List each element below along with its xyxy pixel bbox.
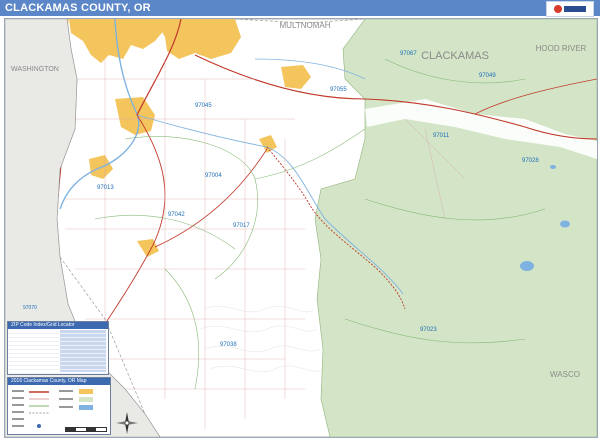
north-arrow-icon bbox=[116, 412, 138, 434]
zip-label-97067: 97067 bbox=[400, 51, 417, 57]
legend-symbols bbox=[12, 389, 93, 428]
map-canvas[interactable]: MULTNOMAH WASHINGTON CLACKAMAS HOOD RIVE… bbox=[4, 18, 598, 438]
logo-mark-icon bbox=[554, 5, 562, 13]
zip-label-97004: 97004 bbox=[205, 173, 222, 179]
title-bar: CLACKAMAS COUNTY, OR bbox=[0, 0, 600, 17]
zip-label-97049: 97049 bbox=[479, 73, 496, 79]
zip-label-97045: 97045 bbox=[195, 103, 212, 109]
zip-label-97070: 97070 bbox=[23, 305, 37, 311]
zip-label-97011: 97011 bbox=[433, 133, 450, 139]
label-clackamas: CLACKAMAS bbox=[421, 50, 489, 62]
lake bbox=[560, 220, 570, 228]
map-title: CLACKAMAS COUNTY, OR bbox=[5, 2, 151, 14]
zip-index-table bbox=[9, 330, 107, 374]
zip-index-header: ZIP Code Index/Grid Locator bbox=[8, 322, 108, 329]
zip-index-panel: ZIP Code Index/Grid Locator bbox=[7, 321, 109, 375]
zip-label-97023: 97023 bbox=[420, 327, 437, 333]
lake bbox=[520, 261, 534, 271]
label-washington: WASHINGTON bbox=[11, 66, 59, 73]
zip-label-97028: 97028 bbox=[522, 158, 539, 164]
zip-label-97042: 97042 bbox=[168, 212, 185, 218]
lake bbox=[550, 165, 556, 169]
zip-label-97017: 97017 bbox=[233, 223, 250, 229]
label-wasco: WASCO bbox=[550, 370, 580, 379]
label-hood-river: HOOD RIVER bbox=[536, 44, 587, 53]
scale-bar bbox=[65, 427, 107, 432]
publisher-logo bbox=[546, 1, 594, 17]
logo-wordmark-icon bbox=[564, 6, 586, 12]
map-legend-header: 2016 Clackamas County, OR Map bbox=[8, 378, 110, 385]
zip-label-97055: 97055 bbox=[330, 87, 347, 93]
zip-label-97038: 97038 bbox=[220, 342, 237, 348]
label-multnomah: MULTNOMAH bbox=[280, 21, 331, 30]
zip-label-97013: 97013 bbox=[97, 185, 114, 191]
